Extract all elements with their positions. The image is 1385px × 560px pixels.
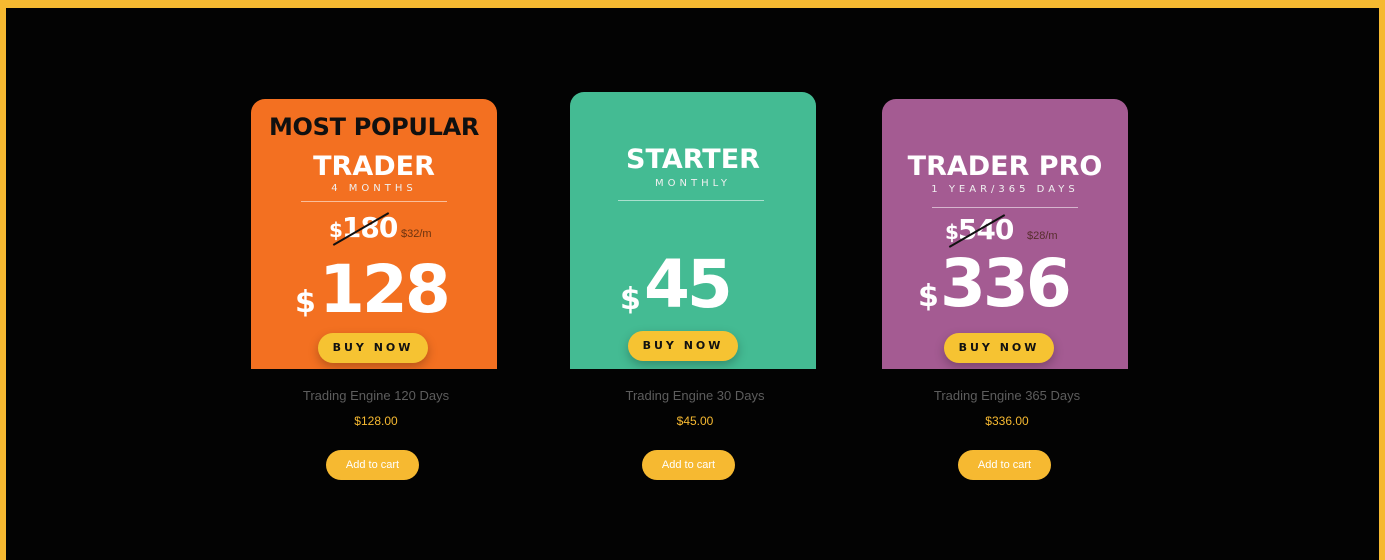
plan-name: TRADER: [313, 151, 435, 182]
add-to-cart-button[interactable]: Add to cart: [642, 450, 735, 480]
product-title[interactable]: Trading Engine 30 Days: [570, 388, 820, 403]
old-price: $180: [329, 211, 398, 246]
plan-term: MONTHLY: [655, 178, 731, 189]
current-price: 336: [940, 245, 1072, 322]
per-month-price: $32/m: [401, 228, 432, 240]
current-price: 45: [644, 246, 733, 323]
current-price: 128: [319, 251, 451, 328]
buy-now-button[interactable]: BUY NOW: [318, 333, 428, 363]
pricing-card-trader[interactable]: MOST POPULAR TRADER 4 MONTHS $180 $32/m …: [251, 99, 497, 369]
old-price-symbol: $: [945, 220, 959, 244]
card-divider: [932, 207, 1078, 208]
plan-term: 4 MONTHS: [331, 183, 417, 194]
plan-term: 1 YEAR/365 DAYS: [931, 184, 1079, 195]
card-headline: MOST POPULAR: [268, 113, 480, 141]
product-price: $128.00: [354, 414, 398, 428]
pricing-card-trader-pro[interactable]: TRADER PRO 1 YEAR/365 DAYS $540 $28/m $ …: [882, 99, 1128, 369]
add-to-cart-button[interactable]: Add to cart: [958, 450, 1051, 480]
product-title[interactable]: Trading Engine 365 Days: [882, 388, 1132, 403]
page-background: MOST POPULAR TRADER 4 MONTHS $180 $32/m …: [6, 8, 1379, 560]
price-symbol: $: [295, 285, 316, 320]
per-month-price: $28/m: [1027, 230, 1058, 242]
card-divider: [618, 200, 764, 201]
pricing-card-starter[interactable]: STARTER MONTHLY $ 45 BUY NOW: [570, 92, 816, 369]
buy-now-button[interactable]: BUY NOW: [944, 333, 1054, 363]
product-title[interactable]: Trading Engine 120 Days: [251, 388, 501, 403]
price-symbol: $: [918, 279, 939, 314]
old-price-value: 540: [957, 213, 1014, 246]
product-price: $45.00: [676, 414, 714, 428]
old-price-value: 180: [341, 211, 398, 244]
add-to-cart-button[interactable]: Add to cart: [326, 450, 419, 480]
old-price: $540: [945, 213, 1014, 248]
product-price: $336.00: [985, 414, 1029, 428]
buy-now-button[interactable]: BUY NOW: [628, 331, 738, 361]
card-divider: [301, 201, 447, 202]
price-symbol: $: [620, 282, 641, 317]
plan-name: TRADER PRO: [907, 151, 1103, 182]
old-price-symbol: $: [329, 218, 343, 242]
plan-name: STARTER: [626, 144, 760, 175]
